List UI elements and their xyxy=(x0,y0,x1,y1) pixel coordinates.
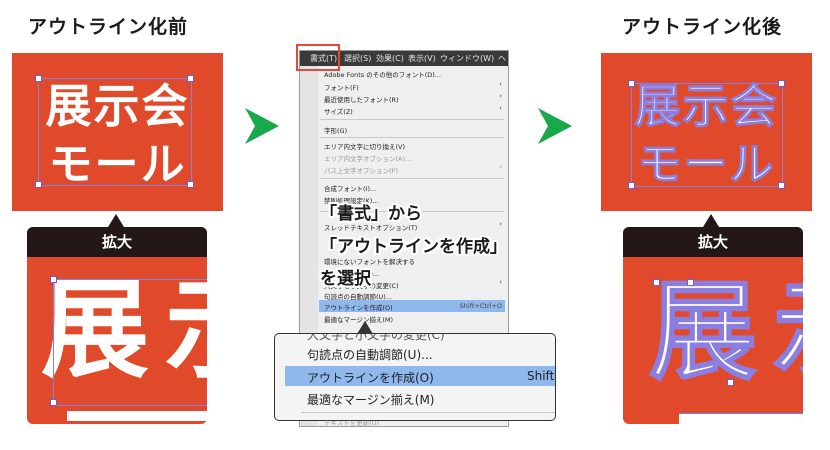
before-zoom-pointer xyxy=(108,214,124,227)
mag-item-change-case: 大文字と小文字の変更(C) xyxy=(307,333,445,342)
after-zoom-handle xyxy=(727,379,734,386)
before-zoom-handle xyxy=(50,399,57,406)
before-zoom-label: 拡大 xyxy=(27,227,207,257)
before-handle xyxy=(35,75,42,82)
after-handle xyxy=(628,80,635,87)
after-handle xyxy=(778,80,785,87)
after-zoom-char1: 展 xyxy=(648,270,758,395)
after-card: 展示会 モール xyxy=(601,53,812,211)
mag-shortcut: Shift xyxy=(527,369,555,383)
before-zoom-handle xyxy=(50,276,57,283)
menu-shortcut-create-outlines: Shift+Ctrl+O xyxy=(459,302,502,310)
after-heading: アウトライン化後 xyxy=(622,16,783,38)
after-zoom-pointer xyxy=(703,214,719,227)
submenu-chevron-icon: › xyxy=(499,92,502,100)
after-text-bbox xyxy=(631,83,783,187)
menubar-item-window[interactable]: ウィンドウ(W) xyxy=(440,53,494,64)
menu-item-area-type-options: エリア内文字オプション(A)... xyxy=(324,155,412,163)
menu-item-size[interactable]: サイズ(Z) xyxy=(324,106,353,116)
before-handle xyxy=(187,181,194,188)
after-zoom-label: 拡大 xyxy=(623,227,803,257)
after-handle xyxy=(628,182,635,189)
menu-item-area-type[interactable]: エリア内文字に切り換え(V) xyxy=(324,141,405,151)
submenu-chevron-icon: › xyxy=(499,80,502,88)
callout-line3: を選択 xyxy=(320,269,371,289)
right-arrow-icon xyxy=(245,108,279,144)
before-zoom-box: 拡大 展 示 xyxy=(27,227,207,424)
after-zoom-handle xyxy=(653,279,660,286)
menu-item-adobe-fonts[interactable]: Adobe Fonts のその他のフォント(D)... xyxy=(324,69,441,79)
right-arrow-icon xyxy=(538,108,572,144)
before-text-bbox xyxy=(38,78,192,186)
submenu-chevron-icon: › xyxy=(499,220,502,228)
mag-item-punctuation[interactable]: 句読点の自動調節(U)... xyxy=(307,346,433,363)
before-handle xyxy=(35,181,42,188)
menu-magnifier: 大文字と小文字の変更(C) 句読点の自動調節(U)... アウトラインを作成(O… xyxy=(274,333,556,421)
after-zoom-char2: 示 xyxy=(772,278,803,388)
menubar-highlight-box xyxy=(296,44,340,71)
before-heading: アウトライン化前 xyxy=(28,16,189,38)
menu-separator xyxy=(320,178,504,179)
before-zoom-underline xyxy=(67,411,207,421)
menubar-item-view[interactable]: 表示(V) xyxy=(408,53,436,64)
callout-line1: 「書式」から xyxy=(320,204,422,224)
menu-separator xyxy=(320,137,504,138)
submenu-chevron-icon: › xyxy=(499,278,502,286)
menu-item-recent-fonts[interactable]: 最近使用したフォント(R) xyxy=(324,94,399,104)
mag-item-optical-margin[interactable]: 最適なマージン揃え(M) xyxy=(307,391,434,408)
submenu-chevron-icon: › xyxy=(499,163,502,171)
menu-separator xyxy=(320,119,504,120)
menubar-item-effect[interactable]: 効果(C) xyxy=(376,53,404,64)
menu-item-glyphs[interactable]: 字形(G) xyxy=(324,125,347,135)
mag-item-create-outlines[interactable]: アウトラインを作成(O) xyxy=(307,369,434,386)
callout-line2: 「アウトラインを作成」 xyxy=(320,237,507,257)
menu-item-create-outlines[interactable]: アウトラインを作成(O) xyxy=(324,302,393,312)
mag-separator xyxy=(301,412,555,413)
after-handle xyxy=(778,182,785,189)
before-zoom-bbox xyxy=(53,279,207,406)
before-card: 展示会 モール xyxy=(12,53,223,211)
menubar-item-select[interactable]: 選択(S) xyxy=(344,53,371,64)
menu-item-composite-fonts[interactable]: 合成フォント(I)... xyxy=(324,183,376,193)
after-zoom-box: 拡大 展 示 xyxy=(623,227,803,424)
before-handle xyxy=(187,75,194,82)
menu-item-font[interactable]: フォント(F) xyxy=(324,82,359,92)
menubar-item-help[interactable]: ヘ xyxy=(498,53,506,64)
after-zoom-underline xyxy=(679,413,803,424)
after-zoom-handle xyxy=(687,279,694,286)
menu-item-path-type-options: パス上文字オプション(P) xyxy=(324,167,398,175)
submenu-chevron-icon: › xyxy=(499,104,502,112)
